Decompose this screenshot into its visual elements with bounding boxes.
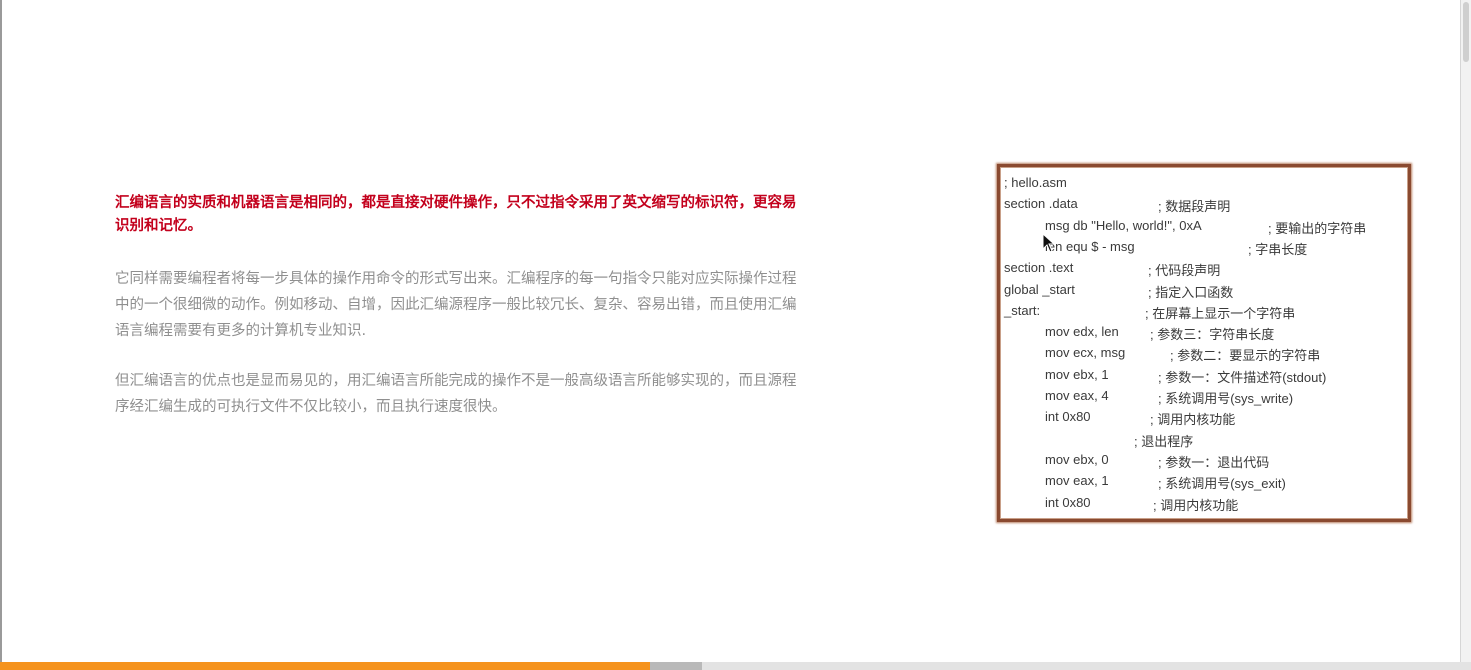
code-comment: ; 参数一：退出代码 — [1158, 454, 1270, 470]
code-line: mov edx, len ; 参数三：字符串长度 — [1000, 324, 1408, 342]
code-comment: ; 指定入口函数 — [1148, 284, 1234, 300]
code-comment: ; 在屏幕上显示一个字符串 — [1145, 305, 1296, 321]
code-instruction: mov ebx, 0 — [1045, 451, 1109, 467]
code-line: msg db "Hello, world!", 0xA ; 要输出的字符串 — [1000, 218, 1408, 236]
code-instruction: mov ebx, 1 — [1045, 366, 1109, 382]
code-line: mov eax, 1 ; 系统调用号(sys_exit) — [1000, 473, 1408, 491]
code-line: len equ $ - msg ; 字串长度 — [1000, 239, 1408, 257]
code-instruction: global _start — [1004, 281, 1075, 297]
code-comment: ; 参数一：文件描述符(stdout) — [1158, 369, 1327, 385]
code-line: section .text ; 代码段声明 — [1000, 260, 1408, 278]
code-instruction: mov edx, len — [1045, 324, 1119, 340]
code-instruction: ; hello.asm — [1004, 175, 1067, 190]
code-line: ; 退出程序 — [1000, 431, 1408, 449]
code-line: mov eax, 4 ; 系统调用号(sys_write) — [1000, 388, 1408, 406]
code-listing: ; hello.asm section .data ; 数据段声明 msg db "H… — [997, 164, 1411, 522]
code-line: int 0x80 ; 调用内核功能 — [1000, 409, 1408, 427]
slide-text: 汇编语言的实质和机器语言是相同的，都是直接对硬件操作，只不过指令采用了英文缩写的… — [115, 192, 805, 444]
code-instruction: int 0x80 — [1045, 409, 1091, 425]
code-instruction: _start: — [1004, 302, 1041, 318]
code-comment: ; 数据段声明 — [1158, 199, 1231, 215]
code-comment: ; 退出程序 — [1134, 433, 1194, 449]
code-comment: ; 系统调用号(sys_write) — [1158, 391, 1294, 406]
code-line: global _start ; 指定入口函数 — [1000, 282, 1408, 300]
slide-stage: 汇编语言的实质和机器语言是相同的，都是直接对硬件操作，只不过指令采用了英文缩写的… — [0, 0, 1471, 670]
code-instruction: mov eax, 1 — [1045, 473, 1109, 489]
code-comment: ; 参数二：要显示的字符串 — [1170, 348, 1321, 364]
code-comment: ; 字串长度 — [1248, 241, 1308, 257]
code-line: section .data ; 数据段声明 — [1000, 196, 1408, 214]
code-comment: ; 调用内核功能 — [1153, 497, 1239, 513]
code-line: int 0x80 ; 调用内核功能 — [1000, 495, 1408, 513]
code-instruction: mov eax, 4 — [1045, 388, 1109, 403]
left-border — [0, 0, 2, 670]
code-comment: ; 系统调用号(sys_exit) — [1158, 476, 1286, 492]
code-comment: ; 代码段声明 — [1148, 263, 1221, 279]
code-line: _start: ; 在屏幕上显示一个字符串 — [1000, 303, 1408, 321]
code-line: ; hello.asm — [1000, 175, 1408, 193]
code-line: mov ebx, 0 ; 参数一：退出代码 — [1000, 452, 1408, 470]
highlight-text: 汇编语言的实质和机器语言是相同的，都是直接对硬件操作，只不过指令采用了英文缩写的… — [115, 195, 797, 234]
code-instruction: section .text — [1004, 260, 1074, 276]
code-line: mov ecx, msg ; 参数二：要显示的字符串 — [1000, 345, 1408, 363]
code-instruction: int 0x80 — [1045, 494, 1091, 510]
video-progress-bar[interactable] — [0, 662, 1471, 670]
paragraph-2: 但汇编语言的优点也是显而易见的，用汇编语言所能完成的操作不是一般高级语言所能够实… — [115, 373, 797, 415]
code-instruction: msg db "Hello, world!", 0xA — [1045, 217, 1202, 233]
code-instruction: mov ecx, msg — [1045, 345, 1126, 361]
played-segment — [0, 662, 651, 670]
code-comment: ; 参数三：字符串长度 — [1150, 327, 1275, 343]
vertical-scrollbar[interactable] — [1460, 0, 1471, 662]
code-line: mov ebx, 1 ; 参数一：文件描述符(stdout) — [1000, 367, 1408, 385]
code-instruction: section .data — [1004, 196, 1078, 212]
mouse-pointer-icon — [1042, 233, 1056, 253]
scrollbar-thumb[interactable] — [1463, 2, 1469, 62]
code-comment: ; 要输出的字符串 — [1268, 220, 1367, 236]
paragraph-1: 它同样需要编程者将每一步具体的操作用命令的形式写出来。汇编程序的每一句指令只能对… — [115, 271, 797, 339]
code-comment: ; 调用内核功能 — [1150, 412, 1236, 428]
buffered-segment — [650, 662, 702, 670]
code-instruction: len equ $ - msg — [1045, 238, 1135, 254]
